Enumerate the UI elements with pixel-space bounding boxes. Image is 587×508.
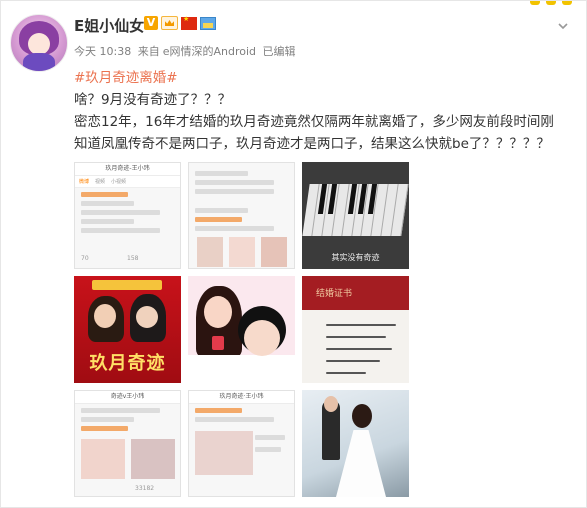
image-1-screenshot[interactable]: 玖月奇迹-王小玮 微博 视频 小视频 70 158 xyxy=(74,162,181,269)
screenshot-line xyxy=(195,217,243,222)
post-text-line-2: 密恋12年，16年才结婚的玖月奇迹竟然仅隔两年就离婚了，多少网友前段时间刚 xyxy=(74,114,554,130)
edited-label[interactable]: 已编辑 xyxy=(263,45,296,58)
screenshot-line xyxy=(81,417,134,422)
screenshot-line xyxy=(81,192,129,197)
screenshot-tab: 视频 xyxy=(95,179,106,185)
screenshot-header: 奇迹v王小玮 xyxy=(75,391,180,404)
post-text-line-3: 知道凤凰传奇不是两口子，玖月奇迹才是两口子，结果这么快就be了？？？？？ xyxy=(74,136,550,152)
screenshot-tab: 微博 xyxy=(79,179,90,185)
screenshot-header: 玖月奇迹·王小玮 xyxy=(189,391,294,404)
bride-head xyxy=(352,404,372,428)
image-5-couple-photo[interactable] xyxy=(188,276,295,383)
more-chevron-icon[interactable] xyxy=(556,19,570,33)
screenshot-line xyxy=(195,408,243,413)
screenshot-line xyxy=(255,447,281,452)
groom-face xyxy=(324,396,338,412)
screenshot-thumbnail xyxy=(81,439,125,479)
poster-person-face xyxy=(94,304,116,328)
screenshot-thumbnail xyxy=(195,431,253,475)
author-avatar[interactable] xyxy=(10,14,68,72)
screenshot-thumbnail xyxy=(197,237,223,267)
screenshot-line xyxy=(195,226,274,231)
image-grid: 玖月奇迹-王小玮 微博 视频 小视频 70 158 其实没有奇迹 玖月奇迹 结婚… xyxy=(74,162,409,499)
screenshot-line xyxy=(81,210,160,215)
screenshot-thumbnail xyxy=(229,237,255,267)
post-source: e网情深的Android xyxy=(162,45,256,58)
screenshot-line xyxy=(81,426,129,431)
handwriting-line xyxy=(326,372,366,374)
handwriting-line xyxy=(326,348,392,350)
screenshot-line xyxy=(195,171,248,176)
post-time[interactable]: 今天 10:38 xyxy=(74,45,131,58)
china-flag-icon[interactable] xyxy=(181,15,197,30)
screenshot-line xyxy=(81,219,134,224)
screenshot-line xyxy=(81,201,134,206)
avatar-body xyxy=(23,53,55,71)
image-7-screenshot[interactable]: 奇迹v王小玮 33182 xyxy=(74,390,181,497)
poster-title: 玖月奇迹 xyxy=(89,353,166,374)
screenshot-thumbnail xyxy=(131,439,175,479)
photo-badge-icon[interactable] xyxy=(200,16,216,30)
screenshot-line xyxy=(195,189,274,194)
avatar-face xyxy=(28,33,50,55)
screenshot-line xyxy=(195,180,274,185)
handwriting-line xyxy=(326,360,380,362)
post-content: #玖月奇迹离婚# 啥？9月没有奇迹了？？？ 密恋12年，16年才结婚的玖月奇迹竟… xyxy=(74,67,574,155)
image-8-screenshot[interactable]: 玖月奇迹·王小玮 xyxy=(188,390,295,497)
image-6-marriage-certificate[interactable]: 结婚证书 xyxy=(302,276,409,383)
source-prefix: 来自 xyxy=(137,45,160,58)
screenshot-line xyxy=(81,228,160,233)
screenshot-line xyxy=(195,417,274,422)
post-text-line-1: 啥？9月没有奇迹了？？？ xyxy=(74,92,232,108)
white-shirts xyxy=(188,355,295,383)
red-booklet xyxy=(212,336,224,350)
screenshot-stat: 158 xyxy=(127,255,139,262)
screenshot-stat: 33182 xyxy=(135,485,155,492)
handwriting-line xyxy=(326,324,396,326)
screenshot-tabs: 微博 视频 小视频 xyxy=(75,176,180,188)
screenshot-line xyxy=(81,408,160,413)
image-9-wedding-photo[interactable] xyxy=(302,390,409,497)
image-3-piano-photo[interactable]: 其实没有奇迹 xyxy=(302,162,409,269)
author-name[interactable]: E姐小仙女 xyxy=(74,15,144,36)
screenshot-line xyxy=(195,208,248,213)
poster-banner xyxy=(92,280,162,290)
top-decoration xyxy=(502,1,572,9)
post-meta: 今天 10:38 来自 e网情深的Android 已编辑 xyxy=(74,43,299,59)
screenshot-tab: 小视频 xyxy=(111,179,127,185)
vip-crown-icon[interactable] xyxy=(161,16,178,30)
verified-v-icon[interactable]: V xyxy=(144,16,158,30)
author-badges: V xyxy=(144,15,216,30)
man-face xyxy=(244,320,280,356)
image-2-screenshot[interactable] xyxy=(188,162,295,269)
image-4-poster[interactable]: 玖月奇迹 xyxy=(74,276,181,383)
screenshot-header: 玖月奇迹-王小玮 xyxy=(75,163,180,176)
bride-gown xyxy=(336,430,386,497)
screenshot-thumbnail xyxy=(261,237,287,267)
topic-link[interactable]: #玖月奇迹离婚# xyxy=(74,67,574,89)
handwriting-line xyxy=(326,336,386,338)
certificate-header: 结婚证书 xyxy=(316,289,353,299)
poster-person-face xyxy=(136,306,158,328)
piano-caption: 其实没有奇迹 xyxy=(331,253,380,262)
woman-face xyxy=(204,296,232,328)
screenshot-stat: 70 xyxy=(81,255,89,262)
weibo-post-card: E姐小仙女 V 今天 10:38 来自e网情深的Android 已编辑 #玖月奇… xyxy=(0,0,587,508)
screenshot-line xyxy=(255,435,285,440)
